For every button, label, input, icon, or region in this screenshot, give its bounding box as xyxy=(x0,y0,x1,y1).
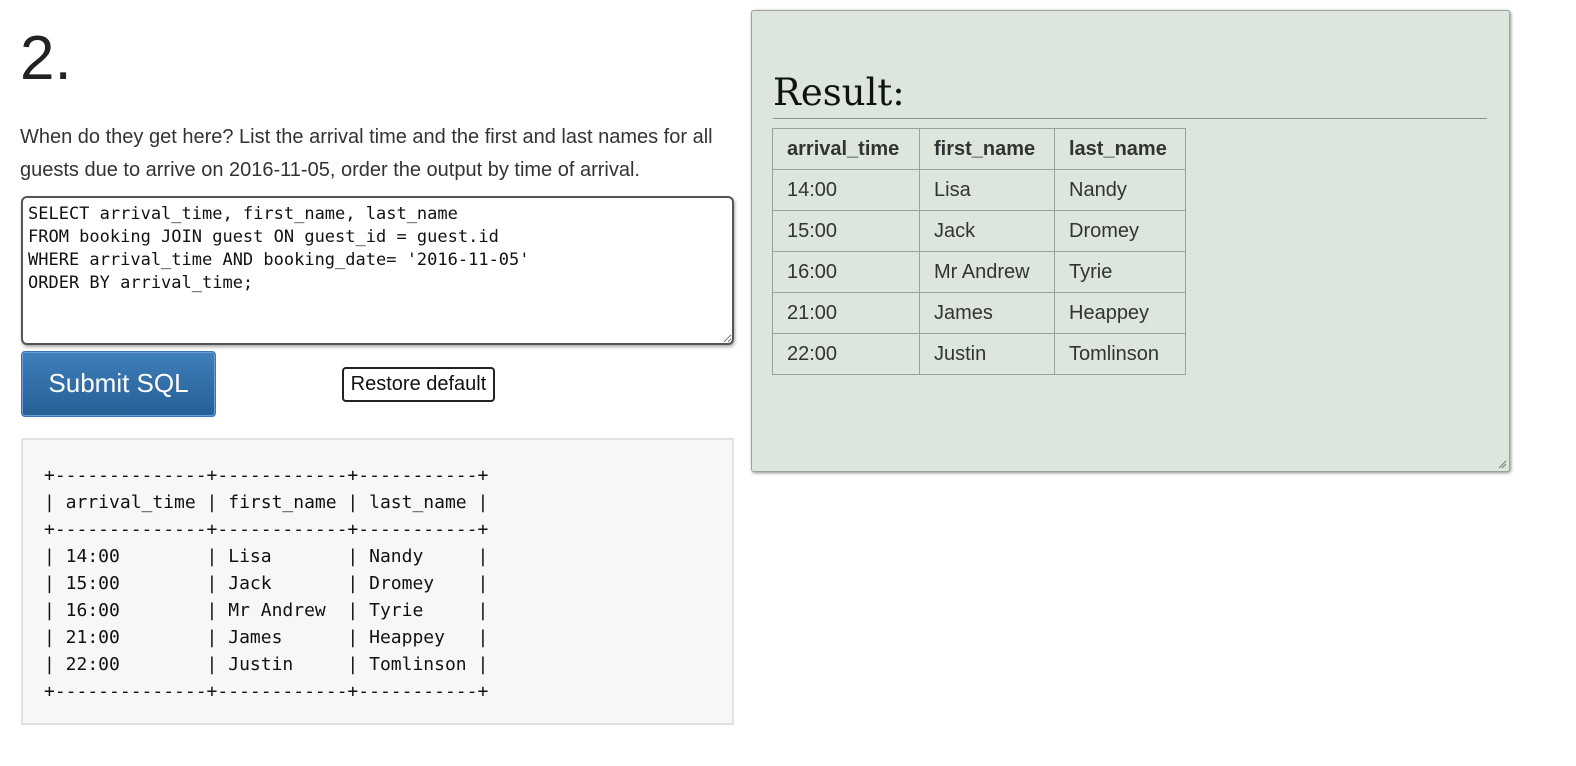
question-text: When do they get here? List the arrival … xyxy=(20,126,713,181)
text-result-output: +--------------+------------+-----------… xyxy=(21,438,734,725)
table-cell: 15:00 xyxy=(772,210,920,252)
table-cell: Jack xyxy=(919,210,1055,252)
table-cell: 21:00 xyxy=(772,292,920,334)
submit-sql-button[interactable]: Submit SQL xyxy=(21,351,216,417)
result-panel: Result: arrival_time first_name last_nam… xyxy=(751,10,1510,472)
result-title: Result: xyxy=(773,71,905,114)
table-row: 15:00 Jack Dromey xyxy=(772,210,1186,252)
sql-editor[interactable]: SELECT arrival_time, first_name, last_na… xyxy=(21,196,734,345)
table-cell: Nandy xyxy=(1054,169,1186,211)
table-cell: Dromey xyxy=(1054,210,1186,252)
restore-default-button[interactable]: Restore default xyxy=(342,367,495,402)
table-cell: 14:00 xyxy=(772,169,920,211)
table-row: 14:00 Lisa Nandy xyxy=(772,169,1186,211)
table-row: 21:00 James Heappey xyxy=(772,292,1186,334)
table-cell: 16:00 xyxy=(772,251,920,293)
table-header-row: arrival_time first_name last_name xyxy=(772,128,1186,170)
table-cell: Tyrie xyxy=(1054,251,1186,293)
table-cell: 22:00 xyxy=(772,333,920,375)
table-cell: Justin xyxy=(919,333,1055,375)
result-table: arrival_time first_name last_name 14:00 … xyxy=(772,128,1186,375)
question-number: 2. xyxy=(20,24,72,93)
table-row: 16:00 Mr Andrew Tyrie xyxy=(772,251,1186,293)
table-cell: Mr Andrew xyxy=(919,251,1055,293)
table-cell: Lisa xyxy=(919,169,1055,211)
column-header: arrival_time xyxy=(772,128,920,170)
table-cell: James xyxy=(919,292,1055,334)
column-header: last_name xyxy=(1054,128,1186,170)
table-row: 22:00 Justin Tomlinson xyxy=(772,333,1186,375)
table-cell: Tomlinson xyxy=(1054,333,1186,375)
resize-handle-icon[interactable] xyxy=(1497,459,1507,469)
result-divider xyxy=(773,118,1487,119)
column-header: first_name xyxy=(919,128,1055,170)
table-cell: Heappey xyxy=(1054,292,1186,334)
